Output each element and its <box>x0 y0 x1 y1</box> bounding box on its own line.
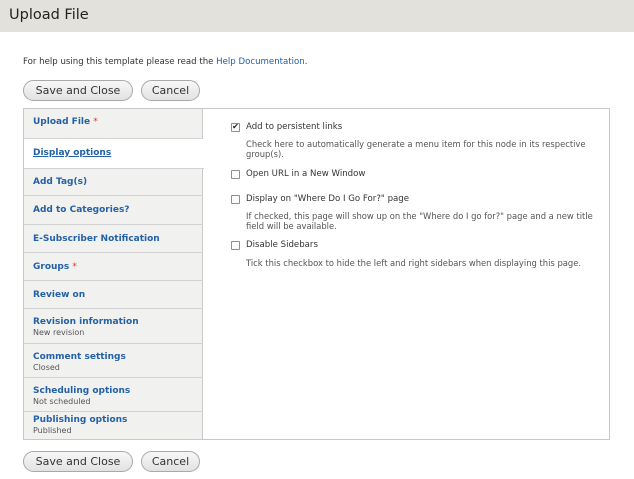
where-do-i-go-for-label[interactable]: Display on "Where Do I Go For?" page <box>246 194 409 204</box>
tab-e-subscriber-notification[interactable]: E-Subscriber Notification <box>24 225 203 253</box>
save-and-close-button-bottom[interactable]: Save and Close <box>23 451 133 472</box>
option-disable-sidebars: Disable Sidebars <box>231 240 318 250</box>
tab-add-to-categories[interactable]: Add to Categories? <box>24 196 203 225</box>
tab-publishing-options[interactable]: Publishing options Published <box>24 412 203 439</box>
tab-add-to-categories-label: Add to Categories? <box>33 205 130 215</box>
tab-scheduling-options-summary: Not scheduled <box>33 397 91 406</box>
tab-publishing-options-summary: Published <box>33 426 72 435</box>
required-marker: * <box>72 262 77 272</box>
tab-revision-information-label: Revision information <box>33 317 139 327</box>
persistent-links-label[interactable]: Add to persistent links <box>246 122 342 132</box>
where-do-i-go-for-description: If checked, this page will show up on th… <box>246 211 593 231</box>
tab-e-subscriber-notification-label: E-Subscriber Notification <box>33 234 160 244</box>
vertical-tabs: Upload File * Display options Add Tag(s)… <box>23 108 610 440</box>
cancel-button-top[interactable]: Cancel <box>141 80 200 101</box>
open-url-new-window-checkbox[interactable] <box>231 169 240 179</box>
tab-scheduling-options-label: Scheduling options <box>33 386 131 396</box>
tab-revision-information[interactable]: Revision information New revision <box>24 309 203 344</box>
tab-display-options[interactable]: Display options <box>24 139 204 169</box>
tab-groups-text: Groups <box>33 262 70 272</box>
cancel-button-bottom[interactable]: Cancel <box>141 451 200 472</box>
tab-revision-information-summary: New revision <box>33 328 85 337</box>
help-text: For help using this template please read… <box>23 57 307 67</box>
tab-comment-settings[interactable]: Comment settings Closed <box>24 344 203 378</box>
persistent-links-description: Check here to automatically generate a m… <box>246 139 586 159</box>
vertical-tab-list: Upload File * Display options Add Tag(s)… <box>24 109 204 439</box>
where-do-i-go-for-checkbox[interactable] <box>231 194 240 204</box>
tab-publishing-options-label: Publishing options <box>33 415 128 425</box>
page-title: Upload File <box>9 7 89 23</box>
option-open-url-new-window: Open URL in a New Window <box>231 169 365 179</box>
tab-comment-settings-summary: Closed <box>33 363 60 372</box>
help-documentation-link[interactable]: Help Documentation <box>216 57 305 67</box>
option-where-do-i-go-for: Display on "Where Do I Go For?" page <box>231 194 409 204</box>
tab-upload-file-label: Upload File * <box>33 117 203 127</box>
help-prefix: For help using this template please read… <box>23 57 217 67</box>
persistent-links-checkbox[interactable]: ✔ <box>231 122 240 132</box>
tab-display-options-label: Display options <box>33 148 112 158</box>
tab-upload-file[interactable]: Upload File * <box>24 109 203 139</box>
help-suffix: . <box>304 57 308 67</box>
tab-comment-settings-label: Comment settings <box>33 352 126 362</box>
save-and-close-button-top[interactable]: Save and Close <box>23 80 133 101</box>
tab-review-on-label: Review on <box>33 290 86 300</box>
tab-scheduling-options[interactable]: Scheduling options Not scheduled <box>24 378 203 412</box>
tab-add-tags-label: Add Tag(s) <box>33 177 88 187</box>
disable-sidebars-label[interactable]: Disable Sidebars <box>246 240 318 250</box>
disable-sidebars-description: Tick this checkbox to hide the left and … <box>246 258 582 268</box>
option-persistent-links: ✔ Add to persistent links <box>231 122 342 132</box>
tab-add-tags[interactable]: Add Tag(s) <box>24 169 203 196</box>
tab-groups-label: Groups * <box>33 262 203 272</box>
disable-sidebars-checkbox[interactable] <box>231 240 240 250</box>
tab-groups[interactable]: Groups * <box>24 253 203 281</box>
title-bar: Upload File <box>0 0 634 32</box>
tab-upload-file-text: Upload File <box>33 117 91 127</box>
tab-review-on[interactable]: Review on <box>24 281 203 309</box>
required-marker: * <box>93 117 98 127</box>
open-url-new-window-label[interactable]: Open URL in a New Window <box>246 169 365 179</box>
